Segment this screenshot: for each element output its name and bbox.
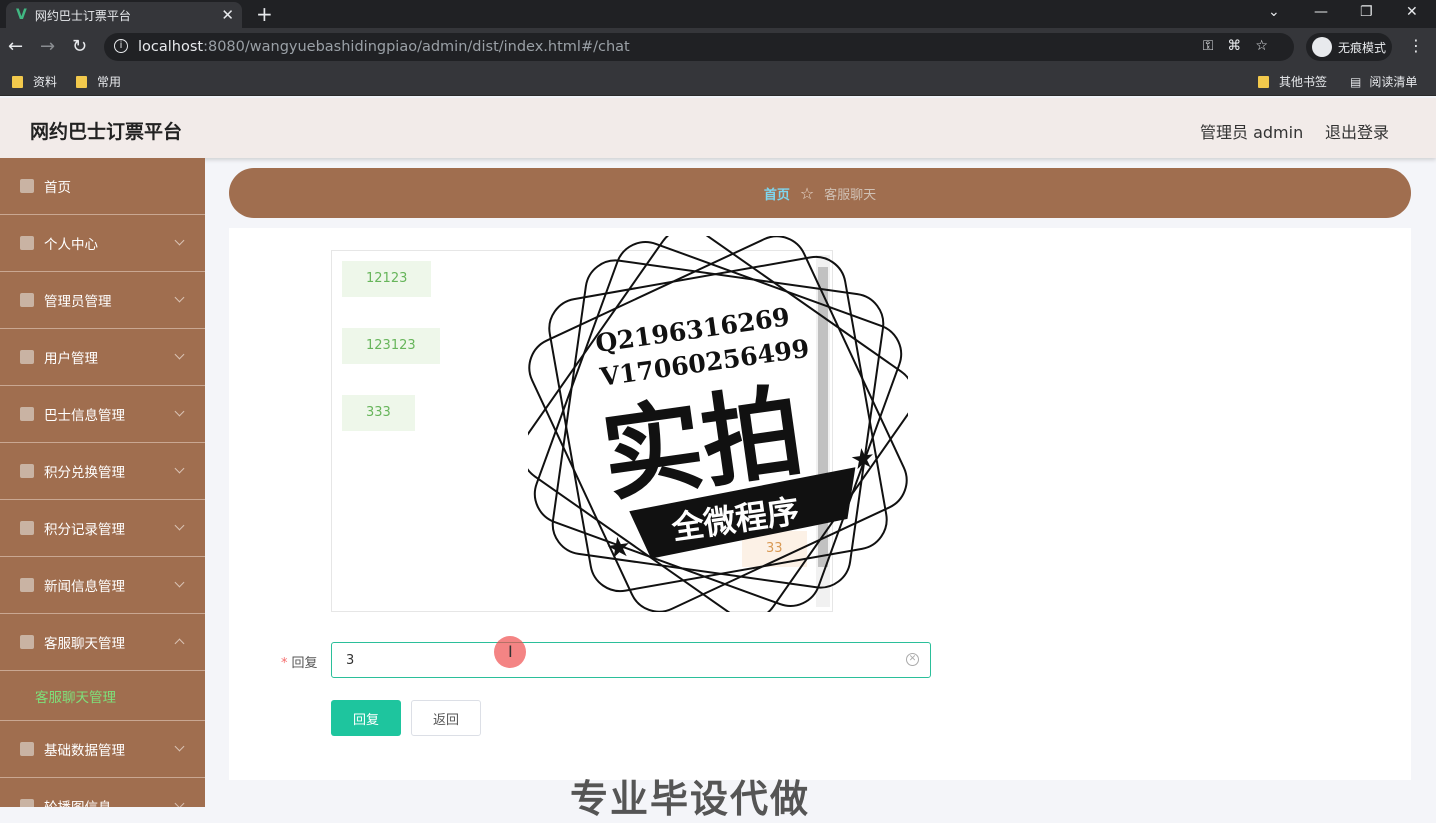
incognito-badge[interactable]: 无痕模式 (1306, 33, 1392, 61)
address-bar[interactable]: i localhost:8080/wangyuebashidingpiao/ad… (104, 33, 1294, 61)
bell-off-icon (20, 635, 34, 649)
sidebar: 首页 个人中心 管理员管理 用户管理 巴士信息管理 积分兑换管理 积分记录管理 … (0, 158, 205, 807)
sidebar-item-points-exchange[interactable]: 积分兑换管理 (0, 443, 205, 500)
star-icon: ★ (604, 529, 633, 565)
chevron-down-icon (174, 406, 185, 417)
site-info-icon[interactable]: i (114, 39, 128, 53)
forward-arrow-icon[interactable]: → (40, 36, 55, 57)
bookmark-folder[interactable]: 常用 (76, 73, 121, 90)
logout-link[interactable]: 退出登录 (1325, 119, 1389, 143)
omnibox-action-icons[interactable]: ⚿⌘☆ (1203, 38, 1282, 54)
folder-icon (1258, 75, 1269, 88)
user-icon (20, 236, 34, 250)
chevron-down-icon (174, 463, 185, 474)
folder-icon (76, 75, 87, 88)
breadcrumb: 首页 ☆ 客服聊天 (229, 168, 1411, 218)
breadcrumb-current: 客服聊天 (824, 187, 877, 203)
text-cursor-icon: I (508, 642, 513, 661)
chevron-down-icon (174, 741, 185, 752)
sidebar-item-points-records[interactable]: 积分记录管理 (0, 500, 205, 557)
sidebar-item-basic-data[interactable]: 基础数据管理 (0, 721, 205, 778)
sidebar-item-users[interactable]: 用户管理 (0, 329, 205, 386)
required-mark: * (281, 656, 288, 671)
chevron-down-icon (174, 349, 185, 360)
reading-list[interactable]: ▤ 阅读清单 (1350, 73, 1417, 90)
clear-input-icon[interactable]: ✕ (906, 653, 919, 666)
grid-icon (20, 521, 34, 535)
chevron-down-icon (174, 520, 185, 531)
reply-button[interactable]: 回复 (331, 700, 401, 736)
chevron-down-icon (174, 577, 185, 588)
app-title: 网约巴士订票平台 (30, 121, 183, 143)
chevron-up-icon (174, 638, 185, 649)
breadcrumb-home[interactable]: 首页 (764, 184, 790, 203)
back-button[interactable]: 返回 (411, 700, 481, 736)
url-host: localhost (138, 39, 204, 55)
bookmark-folder[interactable]: 资料 (12, 73, 57, 90)
restore-icon[interactable]: ❐ (1360, 4, 1373, 20)
home-icon (20, 179, 34, 193)
chart-icon (20, 407, 34, 421)
tab-title: 网约巴士订票平台 (34, 8, 131, 23)
sidebar-item-carousel[interactable]: 轮播图信息 (0, 778, 205, 807)
new-tab-icon[interactable]: + (256, 2, 273, 26)
folder-icon (12, 75, 23, 88)
bookmark-folder[interactable]: 其他书签 (1258, 73, 1327, 90)
tab-search-icon[interactable]: ⌄ (1268, 4, 1280, 20)
incognito-icon (1312, 37, 1332, 57)
tab-close-icon[interactable]: ✕ (221, 6, 234, 24)
browser-toolbar: ← → ↻ i localhost:8080/wangyuebashidingp… (0, 28, 1436, 66)
star-icon: ★ (848, 441, 877, 477)
sidebar-item-home[interactable]: 首页 (0, 158, 205, 215)
sidebar-item-chat[interactable]: 客服聊天管理 (0, 614, 205, 671)
minimize-icon[interactable]: — (1314, 4, 1328, 20)
current-user: 管理员 admin (1200, 123, 1304, 142)
url-path: :8080/wangyuebashidingpiao/admin/dist/in… (203, 39, 630, 55)
bookmarks-bar: 资料 常用 其他书签 ▤ 阅读清单 (0, 66, 1436, 96)
watermark-bottom-text: 专业毕设代做 (570, 777, 811, 821)
chat-message-user: 123123 (342, 328, 440, 364)
reply-input[interactable] (331, 642, 931, 678)
mail-icon (20, 293, 34, 307)
incognito-label: 无痕模式 (1338, 40, 1387, 55)
vue-logo-icon: V (16, 7, 27, 23)
window-close-icon[interactable]: ✕ (1406, 4, 1418, 20)
microphone-icon (20, 464, 34, 478)
sidebar-item-bus[interactable]: 巴士信息管理 (0, 386, 205, 443)
chevron-down-icon (174, 292, 185, 303)
reload-icon[interactable]: ↻ (72, 36, 87, 57)
browser-tab-bar: V 网约巴士订票平台 ✕ + ⌄ — ❐ ✕ (0, 0, 1436, 28)
back-arrow-icon[interactable]: ← (8, 36, 23, 57)
sidebar-subitem-chat[interactable]: 客服聊天管理 (0, 671, 205, 721)
sidebar-item-news[interactable]: 新闻信息管理 (0, 557, 205, 614)
sidebar-item-profile[interactable]: 个人中心 (0, 215, 205, 272)
reading-list-icon: ▤ (1350, 74, 1362, 89)
ticket-icon (20, 742, 34, 756)
watermark-stamp: Q2196316269 V17060256499 实拍 全微程序 ★ ★ (528, 236, 908, 612)
app-header: 网约巴士订票平台 管理员 admin 退出登录 (0, 98, 1436, 158)
browser-menu-icon[interactable]: ⋮ (1408, 36, 1424, 55)
sidebar-item-admins[interactable]: 管理员管理 (0, 272, 205, 329)
chevron-down-icon (174, 798, 185, 807)
chat-message-user: 333 (342, 395, 415, 431)
reply-label: * 回复 (281, 656, 318, 671)
image-icon (20, 799, 34, 807)
chat-message-user: 12123 (342, 261, 432, 297)
star-icon: ☆ (799, 183, 815, 203)
clipboard-icon (20, 350, 34, 364)
chevron-down-icon (174, 235, 185, 246)
news-icon (20, 578, 34, 592)
browser-tab[interactable]: V 网约巴士订票平台 ✕ (6, 2, 242, 28)
